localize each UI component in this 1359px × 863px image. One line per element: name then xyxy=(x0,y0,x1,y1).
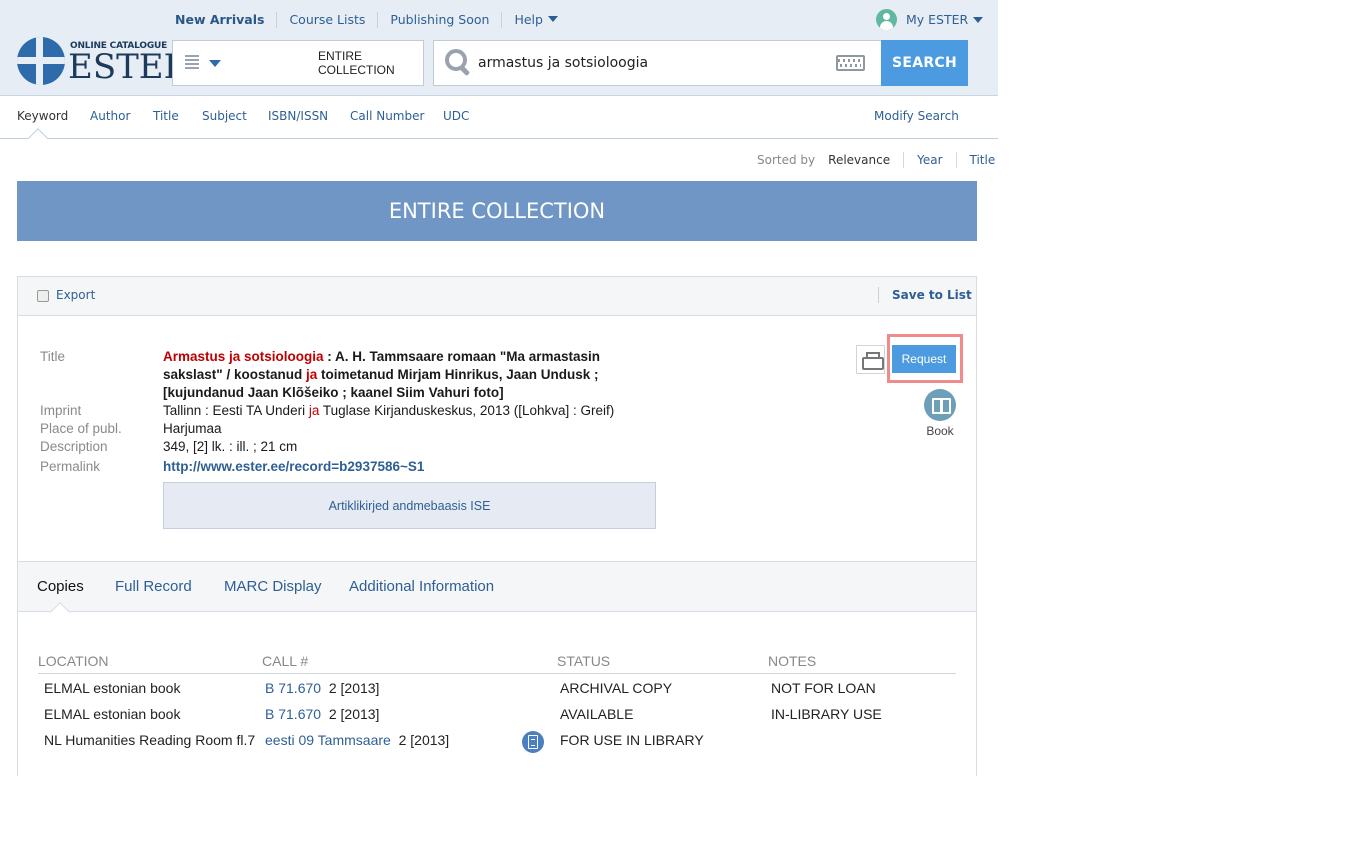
ester-logo[interactable]: ONLINE CATALOGUE ESTER xyxy=(17,37,189,87)
site-header: New Arrivals Course Lists Publishing Soo… xyxy=(0,0,998,96)
chevron-down-icon xyxy=(973,16,984,23)
account-label: My ESTER xyxy=(906,12,969,27)
label-title: Title xyxy=(40,349,66,364)
title-highlight-link[interactable]: Armastus ja sotsioloogia xyxy=(163,349,324,364)
cell-location: ELMAL estonian book xyxy=(44,706,181,722)
imprint-text-1: Tallinn : Eesti TA Underi xyxy=(163,403,309,418)
call-number-volume: 2 [2013] xyxy=(398,732,450,748)
print-button[interactable] xyxy=(856,345,885,374)
tab-call-number[interactable]: Call Number xyxy=(350,109,424,123)
ise-database-button[interactable]: Artiklikirjed andmebaasis ISE xyxy=(163,482,656,529)
search-button[interactable]: SEARCH xyxy=(881,40,968,86)
tab-udc[interactable]: UDC xyxy=(443,109,469,123)
search-scope-value: ENTIRE COLLECTION xyxy=(318,49,395,77)
keyboard-icon[interactable] xyxy=(836,55,865,71)
search-input[interactable] xyxy=(478,55,836,71)
account-menu[interactable]: My ESTER xyxy=(876,9,984,30)
material-type-label: Book xyxy=(926,424,954,438)
nav-publishing-soon[interactable]: Publishing Soon xyxy=(377,12,501,28)
header-status: STATUS xyxy=(557,653,611,669)
header-call-number: CALL # xyxy=(262,653,309,669)
search-type-tabs: Keyword Author Title Subject ISBN/ISSN C… xyxy=(0,96,998,148)
cell-call-number: B 71.670 2 [2013] xyxy=(265,706,379,722)
nav-course-lists[interactable]: Course Lists xyxy=(276,12,377,28)
nav-help-label: Help xyxy=(514,12,543,27)
shelf-location-icon[interactable] xyxy=(522,731,544,753)
header-location: LOCATION xyxy=(38,653,109,669)
dropdown-arrow-icon xyxy=(209,59,221,67)
nav-new-arrivals[interactable]: New Arrivals xyxy=(163,12,276,28)
tab-marc-display[interactable]: MARC Display xyxy=(224,578,322,595)
label-imprint: Imprint xyxy=(40,403,82,418)
call-number-link[interactable]: eesti 09 Tammsaare xyxy=(265,732,391,748)
permalink-link[interactable]: http://www.ester.ee/record=b2937586~S1 xyxy=(163,459,424,474)
collection-banner: ENTIRE COLLECTION xyxy=(17,181,977,241)
table-row: NL Humanities Reading Room fl.7 eesti 09… xyxy=(38,726,956,753)
sort-title[interactable]: Title xyxy=(955,152,995,168)
record-toolbar: Export Save to List xyxy=(18,277,976,316)
save-to-list-link[interactable]: Save to List xyxy=(878,287,972,303)
tab-author[interactable]: Author xyxy=(90,109,130,123)
tab-title[interactable]: Title xyxy=(153,109,179,123)
cell-location: ELMAL estonian book xyxy=(44,680,181,696)
nav-help[interactable]: Help xyxy=(501,12,570,28)
top-nav: New Arrivals Course Lists Publishing Soo… xyxy=(163,12,570,28)
record-title: Armastus ja sotsioloogia : A. H. Tammsaa… xyxy=(163,348,643,402)
modify-search-link[interactable]: Modify Search xyxy=(874,109,959,123)
record-imprint: Tallinn : Eesti TA Underi ja Tuglase Kir… xyxy=(163,403,614,418)
call-number-volume: 2 [2013] xyxy=(328,706,380,722)
list-icon xyxy=(185,55,199,71)
imprint-highlight: ja xyxy=(308,403,320,418)
request-button[interactable]: Request xyxy=(892,345,956,373)
tab-subject[interactable]: Subject xyxy=(202,109,247,123)
search-box xyxy=(433,40,881,86)
cell-status: FOR USE IN LIBRARY xyxy=(560,732,704,748)
tab-full-record[interactable]: Full Record xyxy=(115,578,192,595)
tab-keyword[interactable]: Keyword xyxy=(17,109,68,123)
sort-relevance[interactable]: Relevance xyxy=(828,152,903,168)
label-permalink: Permalink xyxy=(40,459,101,474)
cell-status: AVAILABLE xyxy=(560,706,634,722)
sort-label: Sorted by xyxy=(757,153,816,167)
title-highlight: ja xyxy=(305,367,318,382)
tab-copies[interactable]: Copies xyxy=(37,578,84,595)
record-description: 349, [2] lk. : ill. ; 21 cm xyxy=(163,439,298,454)
call-number-link[interactable]: B 71.670 xyxy=(265,680,321,696)
call-number-volume: 2 [2013] xyxy=(328,680,380,696)
record-panel: Export Save to List Title Armastus ja so… xyxy=(17,276,977,776)
cell-call-number: eesti 09 Tammsaare 2 [2013] xyxy=(265,732,449,748)
record-place: Harjumaa xyxy=(163,421,222,436)
sort-year[interactable]: Year xyxy=(903,152,955,168)
cell-notes: IN-LIBRARY USE xyxy=(771,706,882,722)
export-link[interactable]: Export xyxy=(56,288,95,302)
logo-cross-icon xyxy=(17,37,65,85)
imprint-text-2: Tuglase Kirjanduskeskus, 2013 ([Lohkva] … xyxy=(319,403,615,418)
search-scope-select[interactable]: ENTIRE COLLECTION xyxy=(172,40,424,86)
active-tab-indicator xyxy=(28,128,48,148)
table-row: ELMAL estonian book B 71.670 2 [2013] AV… xyxy=(38,700,956,726)
export-checkbox[interactable] xyxy=(37,290,49,302)
chevron-down-icon xyxy=(547,16,558,22)
detail-tabs: Copies Full Record MARC Display Addition… xyxy=(18,561,976,622)
table-header: LOCATION CALL # STATUS NOTES xyxy=(38,651,956,674)
cell-call-number: B 71.670 2 [2013] xyxy=(265,680,379,696)
table-row: ELMAL estonian book B 71.670 2 [2013] AR… xyxy=(38,674,956,700)
book-icon xyxy=(924,389,956,421)
call-number-link[interactable]: B 71.670 xyxy=(265,706,321,722)
cell-status: ARCHIVAL COPY xyxy=(560,680,673,696)
cell-location: NL Humanities Reading Room fl.7 xyxy=(44,732,256,748)
label-place: Place of publ. xyxy=(40,421,122,436)
printer-icon xyxy=(862,352,884,370)
label-description: Description xyxy=(40,439,108,454)
active-tab-indicator xyxy=(50,602,70,622)
header-notes: NOTES xyxy=(768,653,817,669)
tab-isbn[interactable]: ISBN/ISSN xyxy=(268,109,328,123)
copies-table: LOCATION CALL # STATUS NOTES ELMAL eston… xyxy=(38,651,956,753)
sort-options: Sorted by Relevance Year Title xyxy=(757,152,995,168)
user-icon xyxy=(876,9,897,30)
tab-additional-information[interactable]: Additional Information xyxy=(349,578,494,595)
search-icon xyxy=(445,49,471,77)
cell-notes: NOT FOR LOAN xyxy=(771,680,876,696)
